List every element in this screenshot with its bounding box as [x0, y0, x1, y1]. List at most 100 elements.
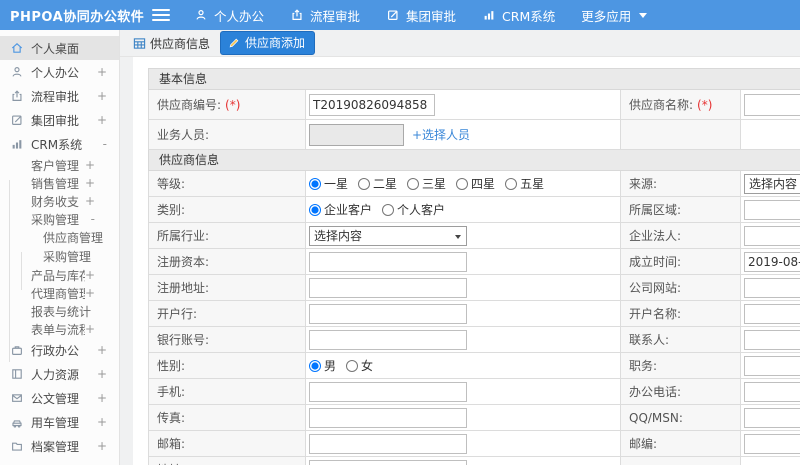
website-input[interactable] [744, 277, 800, 298]
submenu-guide-line [21, 252, 22, 290]
sidebar-item-finance[interactable]: 财务收支 + [0, 192, 119, 210]
reg-address-input[interactable] [309, 277, 467, 298]
sidebar-item-personal-desktop[interactable]: 个人桌面 [0, 36, 119, 60]
form-row: 类别: 企业客户 个人客户 所属区域: [148, 197, 800, 223]
reg-capital-input[interactable] [309, 251, 467, 272]
submenu-guide-line [9, 180, 10, 362]
folder-icon [12, 442, 22, 451]
supplier-code-input[interactable] [309, 93, 435, 116]
sidebar-item-group-approval[interactable]: 集团审批 + [0, 108, 119, 132]
sidebar-item-label: 档案管理 [31, 439, 80, 454]
topnav-personal-office[interactable]: 个人办公 [194, 6, 264, 25]
sidebar-item-workflow-approval[interactable]: 流程审批 + [0, 84, 119, 108]
sidebar-item-document-mgmt[interactable]: 公文管理 + [0, 386, 119, 410]
level-radio-3star[interactable]: 三星 [407, 175, 446, 192]
sidebar-item-archive-mgmt[interactable]: 档案管理 + [0, 434, 119, 458]
position-input[interactable] [744, 355, 800, 376]
sidebar-item-admin-office[interactable]: 行政办公 + [0, 338, 119, 362]
mail-icon [12, 394, 22, 402]
expand-indicator: + [84, 176, 95, 190]
level-radio-5star[interactable]: 五星 [505, 175, 544, 192]
reg-capital-label: 注册资本: [157, 255, 210, 269]
caret-down-icon [639, 12, 648, 18]
gender-radio-male[interactable]: 男 [309, 357, 336, 374]
level-radio-1star[interactable]: 一星 [309, 175, 348, 192]
tab-bar: 供应商信息 供应商添加 [120, 30, 800, 57]
gender-label: 性别: [157, 359, 186, 373]
tab-supplier-add[interactable]: 供应商添加 [220, 31, 316, 55]
sidebar-item-customer-mgmt[interactable]: 客户管理 + [0, 156, 119, 174]
sidebar: 个人桌面 个人办公 + 流程审批 + 集团审批 + CRM系统 - 客户管理 + [0, 30, 120, 465]
sidebar-item-supplier-mgmt[interactable]: 供应商管理 [0, 228, 119, 247]
tab-label: 供应商添加 [245, 36, 306, 50]
position-label: 职务: [629, 359, 658, 373]
sidebar-item-purchase-mgmt[interactable]: 采购管理 - [0, 210, 119, 228]
brand-logo: PHPOA协同办公软件 [10, 9, 145, 25]
address-input[interactable] [309, 459, 467, 465]
category-radio-enterprise[interactable]: 企业客户 [309, 201, 372, 218]
expand-indicator: + [96, 89, 107, 103]
form-row: 等级: 一星 二星 三星 四星 五星 来源: 选择内容 [148, 171, 800, 197]
expand-indicator: + [84, 158, 95, 172]
section-header-basic-info: 基本信息 [148, 69, 800, 90]
bank-input[interactable] [309, 303, 467, 324]
level-radio-2star[interactable]: 二星 [358, 175, 397, 192]
zip-input[interactable] [744, 433, 800, 454]
choose-staff-link[interactable]: +选择人员 [412, 126, 470, 143]
topnav-label: 更多应用 [581, 8, 632, 24]
email-input[interactable] [309, 433, 467, 454]
gender-radio-female[interactable]: 女 [346, 357, 373, 374]
founded-date-input[interactable] [744, 251, 800, 272]
topnav-workflow-approval[interactable]: 流程审批 [290, 6, 360, 25]
main-content: 供应商信息 供应商添加 基本信息 供应商编号: (*) T20190826094… [120, 30, 800, 465]
sidebar-item-form-workflow-settings[interactable]: 表单与流程设置 + [0, 320, 119, 338]
sidebar-item-personal-office[interactable]: 个人办公 + [0, 60, 119, 84]
sidebar-item-label: 供应商管理 [43, 231, 104, 245]
fax-input[interactable] [309, 407, 467, 428]
sidebar-item-label: 财务收支 [31, 194, 80, 209]
sidebar-item-label: 集团审批 [31, 113, 80, 128]
sidebar-item-products-inventory[interactable]: 产品与库存 + [0, 266, 119, 284]
required-mark: (*) [225, 97, 241, 112]
topnav-crm-system[interactable]: CRM系统 [482, 6, 555, 25]
staff-input[interactable] [309, 123, 404, 146]
sidebar-item-crm-system[interactable]: CRM系统 - [0, 132, 119, 156]
upload-icon [12, 90, 22, 101]
sidebar-item-vehicle-mgmt[interactable]: 用车管理 + [0, 410, 119, 434]
mobile-input[interactable] [309, 381, 467, 402]
hamburger-menu-icon[interactable] [152, 9, 170, 21]
sidebar-item-sales-mgmt[interactable]: 销售管理 + [0, 174, 119, 192]
required-mark: (*) [697, 97, 713, 112]
sidebar-item-label: 采购管理 [43, 250, 92, 264]
supplier-name-input[interactable] [744, 93, 800, 116]
bank-account-label: 银行账号: [157, 333, 210, 347]
qq-msn-input[interactable] [744, 407, 800, 428]
expand-indicator: + [84, 286, 95, 300]
region-input[interactable] [744, 199, 800, 220]
bank-account-input[interactable] [309, 329, 467, 350]
topnav-group-approval[interactable]: 集团审批 [386, 6, 456, 25]
topnav-more-apps[interactable]: 更多应用 [581, 6, 648, 25]
staff-label: 业务人员: [157, 128, 210, 142]
mobile-label: 手机: [157, 385, 186, 399]
legal-person-input[interactable] [744, 225, 800, 246]
tab-supplier-info[interactable]: 供应商信息 [133, 35, 210, 52]
level-radio-4star[interactable]: 四星 [456, 175, 495, 192]
account-name-input[interactable] [744, 303, 800, 324]
industry-label: 所属行业: [157, 229, 210, 243]
sidebar-item-purchasing[interactable]: 采购管理 [0, 247, 119, 266]
sidebar-item-hr[interactable]: 人力资源 + [0, 362, 119, 386]
contact-input[interactable] [744, 329, 800, 350]
table-icon [133, 37, 146, 49]
sidebar-item-label: 人力资源 [31, 367, 80, 382]
level-radio-group: 一星 二星 三星 四星 五星 [306, 171, 621, 196]
office-phone-input[interactable] [744, 381, 800, 402]
expand-indicator: + [84, 268, 95, 282]
region-label: 所属区域: [629, 203, 682, 217]
category-radio-personal[interactable]: 个人客户 [382, 201, 445, 218]
industry-select[interactable]: 选择内容 [309, 225, 467, 246]
source-select[interactable]: 选择内容 [744, 173, 800, 194]
sidebar-item-agent-mgmt[interactable]: 代理商管理 + [0, 284, 119, 302]
expand-indicator: + [96, 391, 107, 405]
sidebar-item-reports-stats[interactable]: 报表与统计 [0, 302, 119, 320]
